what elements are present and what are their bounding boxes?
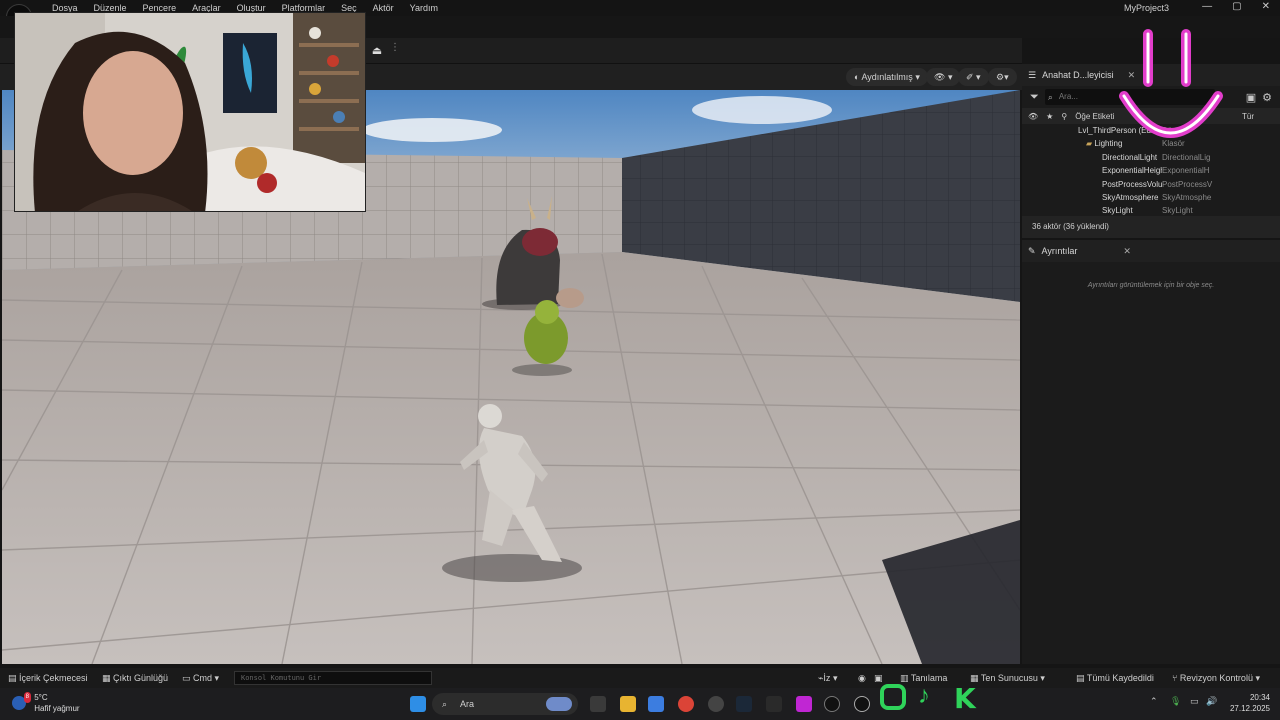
task-view-icon[interactable] [590,696,606,712]
store-icon[interactable] [648,696,664,712]
record-icon[interactable]: ◉ [858,671,866,685]
outliner-tab-label: Anahat D...leyicisi [1042,70,1114,80]
eject-icon[interactable]: ⏏ [368,42,386,60]
output-log-button[interactable]: ▦ Çıktı Günlüğü [102,671,168,685]
save-icon: ▤ [1076,673,1087,683]
save-all-button[interactable]: ▤ Tümü Kaydedildi [1076,671,1154,685]
tree-row-name: ExponentialHeightFog [1102,166,1162,176]
cmd-dropdown[interactable]: ▭ Cmd ▾ [182,671,219,685]
lit-mode-button[interactable]: ◐ Aydınlatılmış ▾ [846,68,928,86]
actor-count-label: 36 aktör (36 yüklendi) [1022,216,1280,238]
unreal-editor-icon[interactable] [854,696,870,712]
microphone-icon[interactable]: 🎙 [1170,696,1181,707]
instagram-icon [880,684,906,710]
filter-icon[interactable]: ⏷ [1030,91,1039,104]
lit-mode-label: Aydınlatılmış [861,72,913,82]
pin-icon[interactable]: ⚲ [1061,112,1067,121]
search-highlight-icon [546,697,572,711]
tree-row[interactable]: PostProcessVolume PostProcessV [1022,178,1280,191]
webcam-feed-image [15,13,365,211]
search-placeholder: Ara... [1058,92,1078,101]
collab-button[interactable]: ▦ Ten Sunucusu ▾ [970,671,1045,685]
terminal-icon: ▭ [182,673,194,683]
tree-row-name: SkyAtmosphere [1102,192,1159,202]
favorite-star-icon[interactable]: ★ [1046,112,1053,121]
chrome-icon[interactable] [678,696,694,712]
content-drawer-button[interactable]: ▤ İçerik Çekmecesi [8,671,88,685]
camera-icon[interactable]: ▣ [874,671,883,685]
menu-help[interactable]: Yardım [402,2,446,14]
console-command-input[interactable]: Konsol Komutunu Gir [234,671,432,685]
epic-games-icon[interactable] [766,696,782,712]
webcam-overlay [14,12,366,212]
details-tab[interactable]: ✎ Ayrıntılar ✕ [1022,240,1280,262]
diagnostics-icon: ▥ [900,673,911,683]
search-icon: ⌕ [442,699,448,709]
tree-row-type: ExponentialH [1162,166,1210,176]
tree-row[interactable]: ExponentialHeightFog ExponentialH [1022,164,1280,177]
clock-date: 27.12.2025 [1229,704,1270,713]
kick-icon: K [954,682,976,715]
taskbar-clock[interactable]: 20:34 27.12.2025 [1230,692,1270,714]
maximize-button[interactable]: ▢ [1232,1,1241,12]
weather-widget[interactable]: 8 5°C Hafif yağmur [12,692,80,714]
column-type[interactable]: Tür [1242,112,1254,121]
gear-icon: ⚙ [996,72,1005,82]
list-icon: ☰ [1028,69,1037,80]
taskbar-search[interactable]: ⌕ Ara [432,693,578,715]
pen-icon: ✐ [966,72,974,82]
unreal-engine-icon[interactable] [824,696,840,712]
log-icon: ▦ [102,673,114,683]
search-icon: ⌕ [1047,92,1053,102]
more-options-icon[interactable]: ⋮ [390,42,400,53]
settings-gear-icon[interactable]: ⚙ [1262,91,1272,104]
revision-control-button[interactable]: ⑂ Revizyon Kontrolü ▾ [1172,671,1260,685]
tray-chevron-icon[interactable]: ⌃ [1150,696,1158,707]
viewport-settings-button[interactable]: ⚙▾ [988,68,1017,86]
weather-temp: 5°C [34,693,48,702]
steam-icon[interactable] [736,696,752,712]
branch-icon: ⑂ [1172,673,1180,683]
window-controls: — ▢ ✕ [1202,1,1270,12]
pencil-icon: ✎ [1028,245,1036,256]
notification-badge: 8 [23,692,31,703]
minimize-button[interactable]: — [1202,1,1212,12]
windows-taskbar: 8 5°C Hafif yağmur ⌕ Ara ♪ K ⌃ 🎙 ▭ 🔊 20:… [0,682,1280,720]
close-icon[interactable]: ✕ [1123,246,1131,257]
editor-status-bar: ▤ İçerik Çekmecesi ▦ Çıktı Günlüğü ▭ Cmd… [0,668,1280,688]
github-desktop-icon[interactable] [708,696,724,712]
drawer-icon: ▤ [8,673,20,683]
add-folder-icon[interactable]: ▣ [1246,91,1256,104]
smiley-overlay [1119,29,1223,138]
visibility-eye-icon[interactable]: 👁 [1028,112,1038,121]
details-tab-label: Ayrıntılar [1041,246,1078,256]
close-window-button[interactable]: ✕ [1262,1,1270,12]
clock-time: 20:34 [1249,693,1270,702]
taskbar-search-label: Ara [460,699,475,709]
transform-mode-button[interactable]: ✐ ▾ [958,68,989,86]
tree-row-name: PostProcessVolume [1102,179,1162,189]
show-button[interactable]: 👁 ▾ [926,68,961,86]
rain-cloud-icon: 8 [12,692,31,710]
column-label[interactable]: Öğe Etiketi [1075,112,1114,121]
eye-icon: 👁 [934,72,946,82]
tree-row[interactable]: SkyAtmosphere SkyAtmosphe [1022,191,1280,204]
weather-desc: Hafif yağmur [34,704,80,713]
file-explorer-icon[interactable] [620,696,636,712]
media-app-icon[interactable] [796,696,812,712]
windows-start-icon[interactable] [410,696,426,712]
menu-actor[interactable]: Aktör [365,2,402,14]
network-icon[interactable]: ▭ [1190,696,1199,707]
tree-row-type: PostProcessV [1162,179,1213,189]
volume-icon[interactable]: 🔊 [1206,696,1217,707]
details-empty-message: Ayrıntıları görüntülemek için bir obje s… [1087,282,1215,289]
tiktok-icon: ♪ [918,682,930,709]
project-title: MyProject3 [1124,3,1170,13]
tree-row-type: SkyAtmosphe [1162,192,1212,202]
details-panel: ✎ Ayrıntılar ✕ Ayrıntıları görüntülemek … [1022,240,1280,664]
trace-button[interactable]: ⌁İz ▾ [818,671,837,685]
